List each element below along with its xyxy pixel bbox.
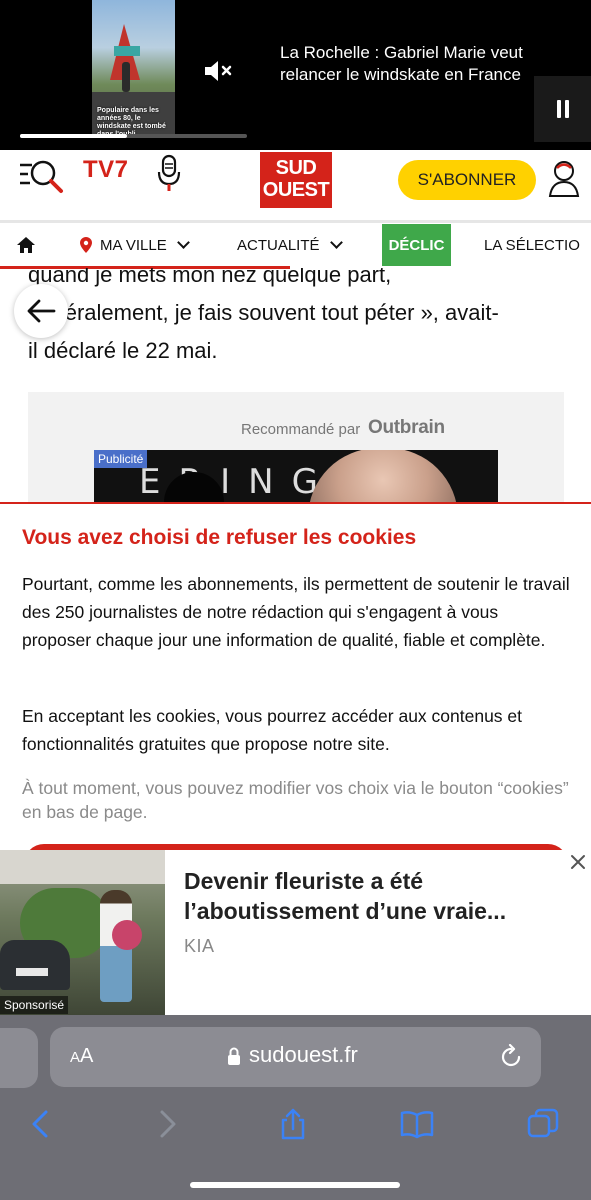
browser-toolbar: AA sudouest.fr [0,1015,591,1200]
image-flowers [112,920,142,950]
recommended-by-label: Recommandé par [241,421,361,438]
recommendation-box: Recommandé par Outbrain ERING Publicité [28,392,564,504]
text-size-large: A [80,1045,94,1067]
user-icon[interactable] [548,158,580,200]
article-line: généralement, je fais souvent tout péter… [28,300,499,325]
tabs-icon[interactable] [526,1107,560,1141]
back-arrow-icon [27,299,56,323]
cookie-paragraph: En acceptant les cookies, vous pourrez a… [22,706,523,754]
thumbnail-person [122,62,130,92]
nav-label: ACTUALITÉ [237,236,320,254]
address-bar[interactable]: AA sudouest.fr [50,1027,541,1087]
home-indicator [190,1182,400,1188]
cookie-paragraph-note: À tout moment, vous pouvez modifier vos … [22,778,569,822]
url-text[interactable]: sudouest.fr [249,1042,358,1068]
home-icon [17,237,35,253]
pause-icon-bar [564,100,569,118]
chevron-down-icon [329,235,343,249]
forward-icon[interactable] [150,1107,184,1141]
thumbnail-sail-band [114,46,140,56]
search-icon[interactable] [18,156,64,196]
pause-icon-bar [556,100,561,118]
image-roof [0,850,165,884]
image-plate [16,968,48,976]
pause-button[interactable] [534,76,591,142]
bookmarks-icon[interactable] [400,1107,434,1141]
reload-icon[interactable] [498,1044,524,1070]
video-progress-fill [20,134,127,138]
outbrain-logo[interactable]: Outbrain [368,417,445,439]
video-thumbnail[interactable]: Populaire dans les années 80, le windska… [92,0,175,136]
logo-line-sud: SUD [275,157,317,179]
text-size-small: A [70,1049,81,1066]
back-button[interactable] [14,284,68,338]
sponsored-title[interactable]: Devenir fleuriste a été l’aboutissement … [184,866,564,926]
ad-badge: Publicité [94,450,148,468]
sponsored-badge: Sponsorisé [0,996,69,1014]
chevron-down-icon [176,235,190,249]
previous-tab-preview[interactable] [0,1028,38,1088]
article-line: quand je mets mon nez quelque part, [28,262,392,287]
lock-icon [228,1047,240,1065]
image-car [0,940,70,990]
logo-line-ouest: OUEST [262,179,330,201]
sponsored-brand: KIA [184,936,215,956]
pin-icon [80,237,92,253]
back-icon[interactable] [24,1107,58,1141]
subscribe-button[interactable]: S'ABONNER [398,160,536,200]
video-player[interactable]: Populaire dans les années 80, le windska… [0,0,591,150]
cookie-banner: Vous avez choisi de refuser les cookies … [0,502,591,884]
cookie-banner-title: Vous avez choisi de refuser les cookies [22,526,417,549]
text-size-button[interactable]: AA [70,1045,93,1068]
video-title[interactable]: La Rochelle : Gabriel Marie veut relance… [280,42,530,86]
cookie-paragraph: Pourtant, comme les abonnements, ils per… [22,574,570,650]
sponsored-ad[interactable]: Sponsorisé Devenir fleuriste a été l’abo… [0,850,591,1015]
article-body: quand je mets mon nez quelque part, géné… [28,256,568,370]
tv7-link[interactable]: TV7 [83,156,129,184]
video-progress-bar[interactable] [20,134,247,138]
mute-icon[interactable] [203,58,233,84]
microphone-icon[interactable] [156,154,182,194]
nav-label: MA VILLE [100,236,167,254]
close-icon[interactable] [568,852,588,872]
ad-image-face [308,450,458,504]
thumbnail-caption: Populaire dans les années 80, le windska… [97,107,166,136]
sponsored-image[interactable] [0,850,165,1015]
share-icon[interactable] [276,1107,310,1141]
recommended-ad-image[interactable]: ERING [94,450,498,504]
article-line: il déclaré le 22 mai. [28,338,218,363]
sud-ouest-logo[interactable]: SUD OUEST [260,152,332,208]
site-header: TV7 SUD OUEST S'ABONNER [0,150,591,222]
